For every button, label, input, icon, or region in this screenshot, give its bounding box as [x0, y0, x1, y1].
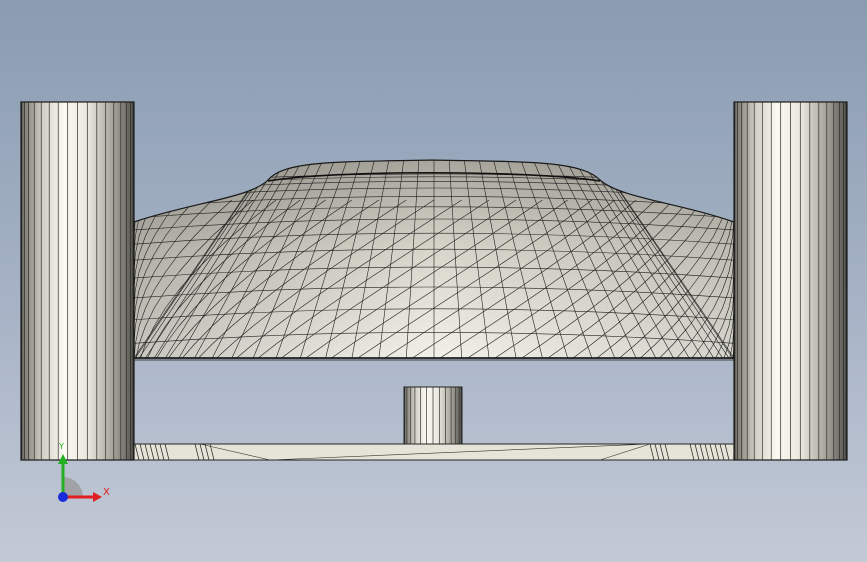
y-axis-label: Y	[59, 442, 64, 451]
left-cylinder[interactable]	[20, 101, 135, 461]
x-axis-label: X	[103, 487, 110, 498]
z-axis-icon	[58, 492, 68, 502]
dome-shell[interactable]	[120, 150, 748, 370]
x-arrow-icon	[93, 492, 102, 502]
orientation-triad: X Y	[48, 440, 118, 510]
center-post[interactable]	[403, 386, 463, 445]
cad-model-view[interactable]	[0, 0, 867, 562]
y-arrow-icon	[58, 454, 68, 464]
graphics-viewport[interactable]: X Y	[0, 0, 867, 562]
right-cylinder[interactable]	[733, 101, 848, 461]
base-plate[interactable]	[127, 443, 741, 461]
